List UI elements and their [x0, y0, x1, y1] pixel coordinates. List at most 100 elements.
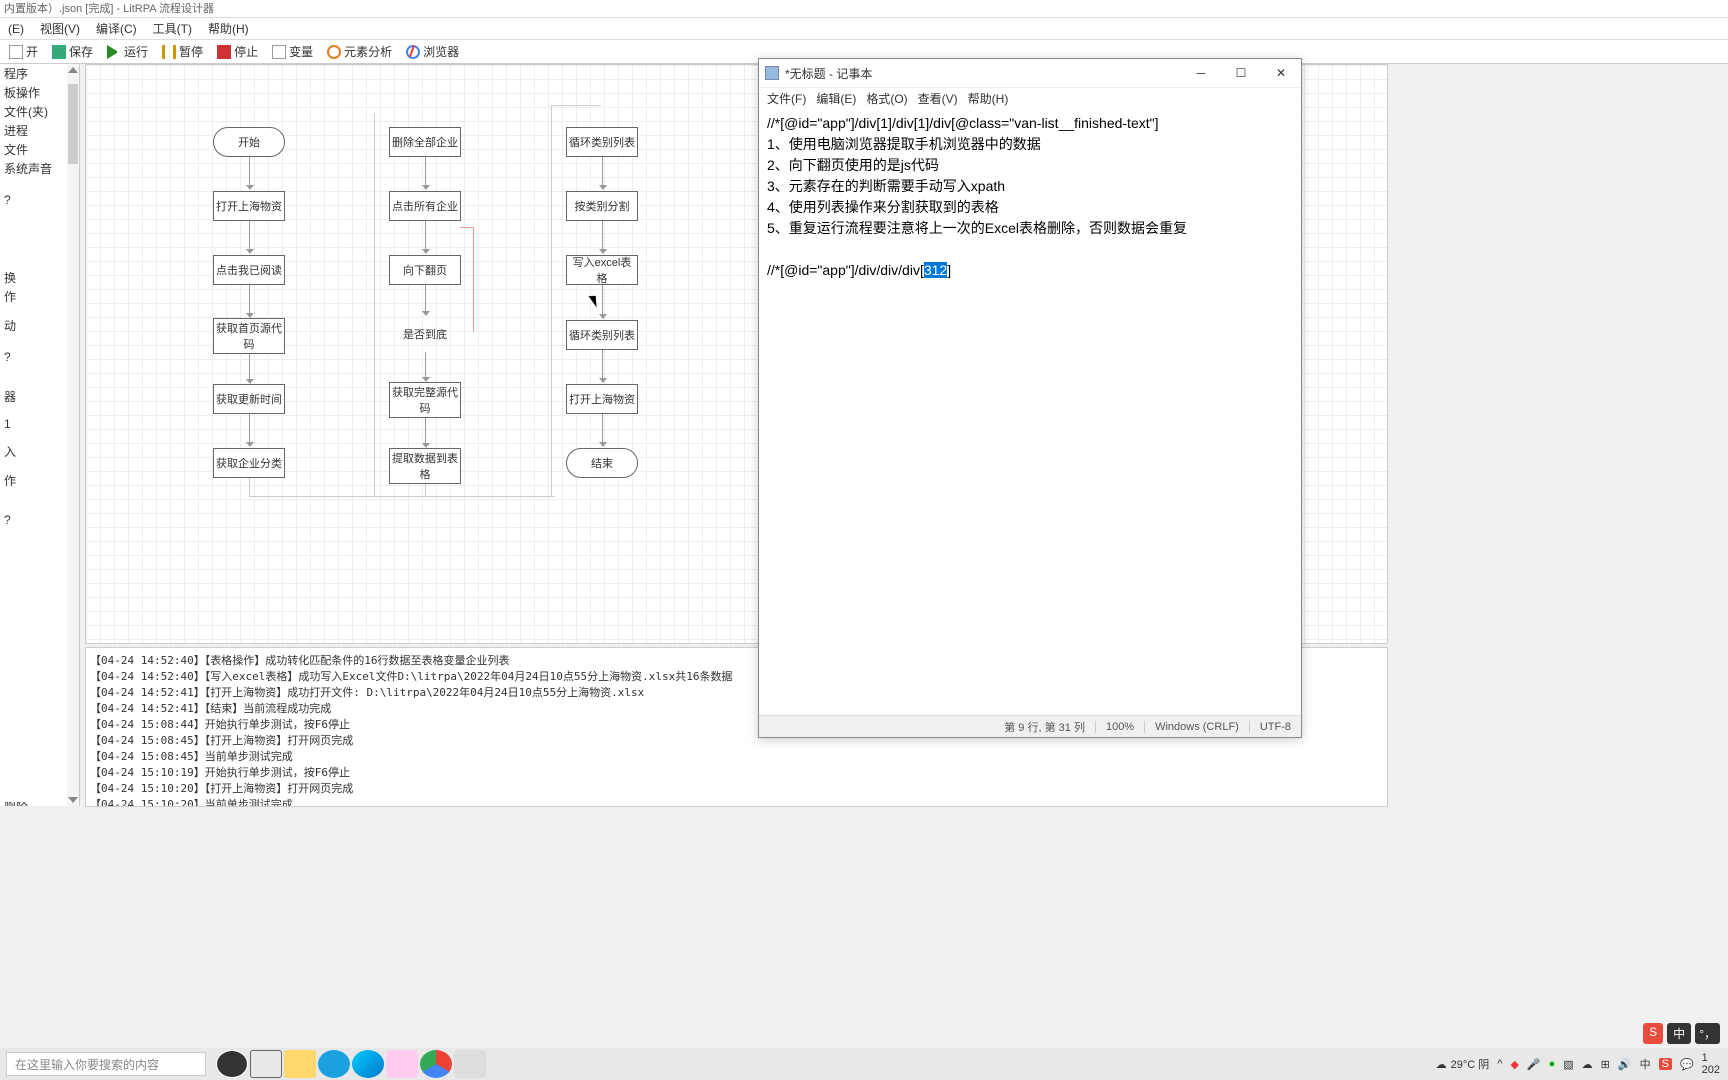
node-start[interactable]: 开始 — [213, 127, 285, 157]
node-write-excel[interactable]: 写入excel表格 — [566, 255, 638, 285]
menu-compile[interactable]: 编译(C) — [96, 20, 137, 37]
tray-icon[interactable]: ▧ — [1563, 1058, 1573, 1071]
status-position: 第 9 行, 第 31 列 — [994, 719, 1095, 735]
menu-e[interactable]: (E) — [8, 22, 24, 36]
scroll-down-icon[interactable] — [68, 797, 78, 803]
scroll-up-icon[interactable] — [68, 67, 78, 73]
minimize-button[interactable]: ─ — [1181, 59, 1221, 87]
np-menu-file[interactable]: 文件(F) — [767, 90, 806, 107]
notification-icon[interactable]: 💬 — [1680, 1058, 1694, 1071]
tray-icon[interactable]: ⊞ — [1601, 1058, 1610, 1071]
app-button[interactable] — [386, 1050, 418, 1078]
edge-button[interactable] — [352, 1050, 384, 1078]
node-click-all[interactable]: 点击所有企业 — [389, 191, 461, 221]
sidebar-scrollbar[interactable] — [67, 64, 79, 806]
menu-view[interactable]: 视图(V) — [40, 20, 80, 37]
node-open[interactable]: 打开上海物资 — [213, 191, 285, 221]
sogou-icon[interactable]: S — [1643, 1023, 1663, 1044]
weather-widget[interactable]: ☁29°C 阴 — [1436, 1056, 1490, 1072]
np-menu-edit[interactable]: 编辑(E) — [816, 90, 856, 107]
flow-path — [249, 478, 425, 497]
node-get-source[interactable]: 获取首页源代码 — [213, 318, 285, 354]
chrome-button[interactable] — [420, 1050, 452, 1078]
pause-button[interactable]: 暂停 — [157, 41, 208, 62]
flow-arrow — [249, 157, 250, 189]
tray-icon[interactable]: ◆ — [1510, 1058, 1518, 1071]
flow-arrow — [425, 157, 426, 189]
component-sidebar: 程序 板操作 文件(夹) 进程 文件 系统声音 ? 换 作 动 ? 器 1 入 … — [0, 64, 80, 806]
node-full-source[interactable]: 获取完整源代码 — [389, 382, 461, 418]
tray-icon[interactable]: ☁ — [1582, 1058, 1593, 1071]
flow-path — [551, 105, 601, 106]
node-del-all[interactable]: 删除全部企业 — [389, 127, 461, 157]
taskbar: 在这里输入你要搜索的内容 ☁29°C 阴 ^ ◆ 🎤 ● ▧ ☁ ⊞ 🔊 中 S… — [0, 1048, 1728, 1080]
node-is-bottom[interactable]: 是否到底 — [390, 316, 460, 352]
open-button[interactable]: 开 — [4, 41, 43, 62]
node-loop-cat2[interactable]: 循环类别列表 — [566, 320, 638, 350]
notepad-icon — [765, 66, 779, 80]
var-button[interactable]: 变量 — [267, 41, 318, 62]
menu-help[interactable]: 帮助(H) — [208, 20, 249, 37]
scroll-thumb[interactable] — [68, 84, 78, 164]
stop-icon — [217, 45, 231, 59]
notepad-window: *无标题 - 记事本 ─ ☐ ✕ 文件(F) 编辑(E) 格式(O) 查看(V)… — [758, 58, 1302, 738]
node-page-down[interactable]: 向下翻页 — [389, 255, 461, 285]
stop-button[interactable]: 停止 — [212, 41, 263, 62]
flow-arrow — [425, 285, 426, 315]
notepad-title-bar[interactable]: *无标题 - 记事本 ─ ☐ ✕ — [759, 59, 1301, 87]
node-get-time[interactable]: 获取更新时间 — [213, 384, 285, 414]
ime-punct[interactable]: °， — [1695, 1023, 1720, 1044]
tray-up-icon[interactable]: ^ — [1497, 1058, 1502, 1070]
sogou-tray[interactable]: S — [1659, 1058, 1672, 1070]
np-menu-view[interactable]: 查看(V) — [918, 90, 958, 107]
node-get-cat[interactable]: 获取企业分类 — [213, 448, 285, 478]
app-button[interactable] — [454, 1050, 486, 1078]
tray-icon[interactable]: 🎤 — [1527, 1058, 1541, 1071]
flow-arrow — [602, 414, 603, 446]
save-button[interactable]: 保存 — [47, 41, 98, 62]
flow-arrow — [249, 221, 250, 253]
flow-arrow — [249, 285, 250, 317]
node-click-read[interactable]: 点击我已阅读 — [213, 255, 285, 285]
taskbar-search[interactable]: 在这里输入你要搜索的内容 — [6, 1052, 206, 1076]
ime-lang[interactable]: 中 — [1667, 1023, 1691, 1044]
node-open2[interactable]: 打开上海物资 — [566, 384, 638, 414]
start-button[interactable] — [216, 1050, 248, 1078]
selected-text: 312 — [924, 262, 947, 278]
np-menu-help[interactable]: 帮助(H) — [968, 90, 1009, 107]
node-end[interactable]: 结束 — [566, 448, 638, 478]
notepad-title: *无标题 - 记事本 — [785, 65, 872, 82]
ime-indicator: S 中 °， — [1643, 1023, 1720, 1044]
cloud-icon: ☁ — [1436, 1058, 1447, 1071]
np-menu-format[interactable]: 格式(O) — [866, 90, 907, 107]
flow-arrow — [249, 354, 250, 383]
task-view-button[interactable] — [250, 1050, 282, 1078]
flow-arrow — [602, 350, 603, 382]
elem-button[interactable]: 元素分析 — [322, 41, 397, 62]
run-button[interactable]: 运行 — [102, 41, 153, 62]
menu-tools[interactable]: 工具(T) — [153, 20, 192, 37]
chrome-icon — [406, 45, 420, 59]
mouse-cursor — [592, 293, 604, 309]
flow-path — [374, 113, 375, 497]
app-title-bar: 内置版本）.json [完成] - LitRPA 流程设计器 — [0, 0, 1728, 18]
node-split-cat[interactable]: 按类别分割 — [566, 191, 638, 221]
pause-icon — [162, 45, 176, 59]
flow-arrow — [249, 414, 250, 446]
app-menu-bar: (E) 视图(V) 编译(C) 工具(T) 帮助(H) — [0, 18, 1728, 40]
ime-tray[interactable]: 中 — [1640, 1056, 1651, 1072]
flow-arrow — [425, 352, 426, 381]
flow-loop-path — [460, 227, 474, 332]
explorer-button[interactable] — [284, 1050, 316, 1078]
wechat-icon[interactable]: ● — [1549, 1058, 1556, 1070]
browser-button[interactable]: 浏览器 — [401, 41, 464, 62]
volume-icon[interactable]: 🔊 — [1618, 1058, 1632, 1071]
flow-arrow — [425, 418, 426, 447]
node-loop-cat1[interactable]: 循环类别列表 — [566, 127, 638, 157]
close-button[interactable]: ✕ — [1261, 59, 1301, 87]
clock[interactable]: 1202 — [1702, 1052, 1720, 1076]
maximize-button[interactable]: ☐ — [1221, 59, 1261, 87]
app-button[interactable] — [318, 1050, 350, 1078]
notepad-text-area[interactable]: //*[@id="app"]/div[1]/div[1]/div[@class=… — [759, 109, 1301, 699]
variable-icon — [272, 45, 286, 59]
